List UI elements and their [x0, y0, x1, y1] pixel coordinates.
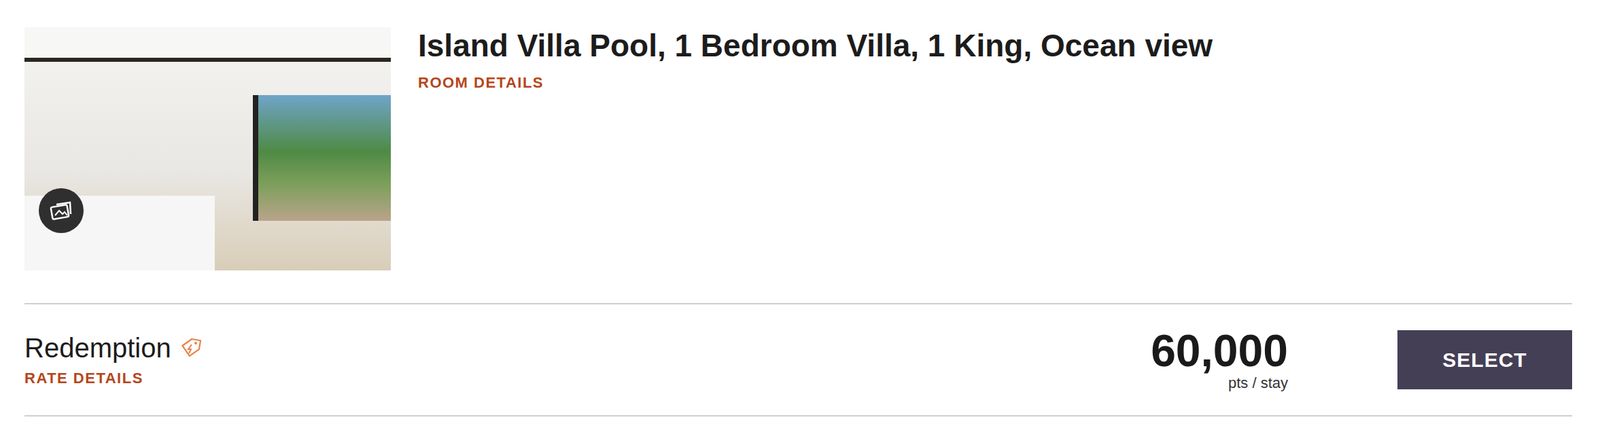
price: 60,000 pts / stay: [1150, 327, 1289, 393]
price-unit: pts / stay: [1228, 374, 1289, 393]
rate-info: Redemption RATE DETAILS: [24, 333, 1151, 388]
gallery-icon[interactable]: [38, 188, 84, 234]
price-amount: 60,000: [1150, 327, 1289, 375]
room-info: Island Villa Pool, 1 Bedroom Villa, 1 Ki…: [418, 27, 1213, 271]
rate-row: Redemption RATE DETAILS 60,000 pts / sta…: [24, 304, 1573, 417]
room-title: Island Villa Pool, 1 Bedroom Villa, 1 Ki…: [418, 27, 1213, 65]
room-details-link[interactable]: ROOM DETAILS: [418, 74, 1213, 92]
room-listing: Island Villa Pool, 1 Bedroom Villa, 1 Ki…: [0, 0, 1600, 417]
room-photo[interactable]: [24, 27, 391, 271]
tag-icon: [179, 336, 203, 360]
select-button[interactable]: SELECT: [1397, 330, 1573, 390]
rate-name: Redemption: [24, 333, 172, 363]
room-card: Island Villa Pool, 1 Bedroom Villa, 1 Ki…: [24, 27, 1573, 305]
rate-details-link[interactable]: RATE DETAILS: [24, 369, 1151, 388]
